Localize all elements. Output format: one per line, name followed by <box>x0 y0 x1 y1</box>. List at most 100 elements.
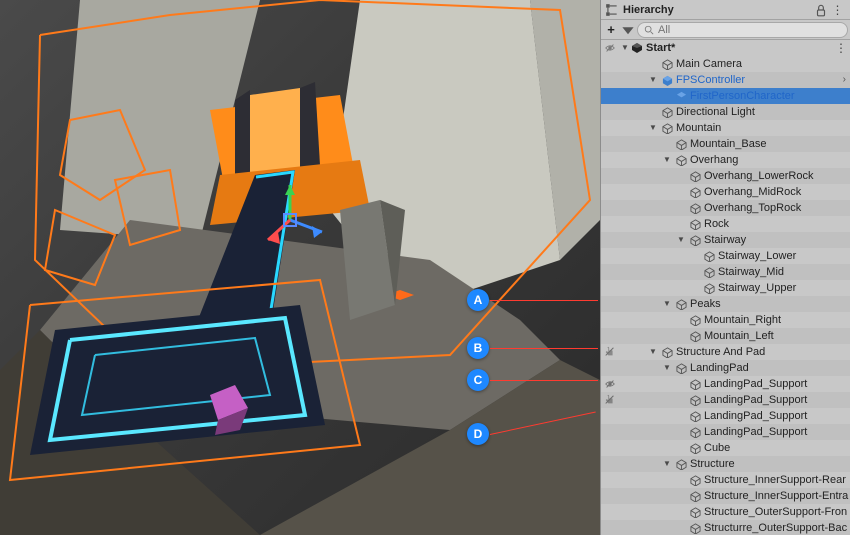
tree-item-label: Structure_InnerSupport-Entra <box>703 488 848 504</box>
tree-row[interactable]: Stairway_Lower <box>601 248 850 264</box>
tree-row[interactable]: Structurre_OuterSupport-Bac <box>601 520 850 535</box>
expand-toggle[interactable] <box>675 410 687 422</box>
expand-toggle[interactable]: ▼ <box>661 154 673 166</box>
gameobject-cube-icon <box>689 522 701 534</box>
tree-row[interactable]: Structure_InnerSupport-Entra <box>601 488 850 504</box>
tree-row[interactable]: LandingPad_Support <box>601 408 850 424</box>
expand-toggle[interactable] <box>647 58 659 70</box>
hierarchy-tree[interactable]: ▼ Start* ⋮ Main Camera▼FPSController›Fir… <box>601 40 850 535</box>
expand-toggle[interactable] <box>675 522 687 534</box>
tree-row[interactable]: Stairway_Upper <box>601 280 850 296</box>
gameobject-cube-icon <box>675 458 687 470</box>
scene-root-row[interactable]: ▼ Start* ⋮ <box>601 40 850 56</box>
tree-row[interactable]: ▼ Structure <box>601 456 850 472</box>
tree-row[interactable]: Mountain_Left <box>601 328 850 344</box>
expand-toggle[interactable] <box>675 506 687 518</box>
scene-viewport[interactable]: A B C D <box>0 0 600 535</box>
tree-row[interactable]: ▼Stairway <box>601 232 850 248</box>
gameobject-cube-icon <box>703 266 715 278</box>
tree-row[interactable]: LandingPad_Support <box>601 376 850 392</box>
annotation-marker-d: D <box>467 423 489 445</box>
expand-toggle[interactable] <box>675 426 687 438</box>
tree-row[interactable]: ▼Peaks <box>601 296 850 312</box>
tree-row[interactable]: ▼ Overhang <box>601 152 850 168</box>
expand-toggle[interactable]: ▼ <box>661 298 673 310</box>
expand-toggle[interactable] <box>675 218 687 230</box>
prefab-cube-icon <box>661 74 673 86</box>
tree-row[interactable]: Stairway_Mid <box>601 264 850 280</box>
expand-toggle[interactable] <box>675 394 687 406</box>
create-dropdown-icon[interactable] <box>621 23 635 37</box>
annotation-marker-a: A <box>467 289 489 311</box>
tree-row[interactable]: ▼LandingPad <box>601 360 850 376</box>
tree-item-label: Stairway_Upper <box>717 280 796 296</box>
search-input[interactable] <box>658 24 841 36</box>
pickable-toggle-icon[interactable] <box>603 344 617 360</box>
tree-item-label: Stairway_Mid <box>717 264 784 280</box>
tree-item-label: Structure <box>689 456 735 472</box>
tree-row[interactable]: Directional Light <box>601 104 850 120</box>
expand-toggle[interactable] <box>675 378 687 390</box>
gameobject-cube-icon <box>661 122 673 134</box>
gameobject-cube-icon <box>661 106 673 118</box>
scene-visibility-toggle[interactable] <box>603 40 617 56</box>
expand-toggle[interactable]: ▼ <box>675 234 687 246</box>
tree-row[interactable]: Main Camera <box>601 56 850 72</box>
scene-menu-icon[interactable]: ⋮ <box>835 40 850 56</box>
expand-toggle[interactable] <box>675 314 687 326</box>
tree-row[interactable]: Overhang_TopRock <box>601 200 850 216</box>
expand-toggle[interactable] <box>675 170 687 182</box>
gameobject-cube-icon <box>661 58 673 70</box>
tree-row[interactable]: Overhang_LowerRock <box>601 168 850 184</box>
expand-toggle[interactable] <box>675 474 687 486</box>
expand-toggle[interactable] <box>675 202 687 214</box>
tree-row[interactable]: ▼Mountain <box>601 120 850 136</box>
tree-item-label: Stairway_Lower <box>717 248 796 264</box>
tree-row[interactable]: FirstPersonCharacter <box>601 88 850 104</box>
tree-row[interactable]: LandingPad_Support <box>601 424 850 440</box>
lock-icon[interactable] <box>814 3 828 17</box>
prefab-open-chevron-icon[interactable]: › <box>843 72 846 88</box>
gameobject-cube-icon <box>703 282 715 294</box>
tree-row[interactable]: Cube <box>601 440 850 456</box>
expand-toggle[interactable] <box>689 282 701 294</box>
expand-toggle[interactable]: ▼ <box>647 122 659 134</box>
search-field[interactable] <box>637 22 848 38</box>
visibility-toggle-icon[interactable] <box>603 376 617 392</box>
gameobject-cube-icon <box>689 474 701 486</box>
expand-toggle[interactable] <box>675 490 687 502</box>
tree-item-label: Directional Light <box>675 104 755 120</box>
tree-item-label: Rock <box>703 216 729 232</box>
expand-toggle[interactable]: ▼ <box>647 74 659 86</box>
tree-row[interactable]: Rock <box>601 216 850 232</box>
expand-toggle[interactable] <box>675 442 687 454</box>
tree-row[interactable]: Mountain_Right <box>601 312 850 328</box>
tree-item-label: LandingPad_Support <box>703 408 807 424</box>
expand-toggle[interactable] <box>647 106 659 118</box>
expand-toggle[interactable] <box>661 138 673 150</box>
create-button[interactable]: + <box>603 22 619 38</box>
expand-toggle[interactable]: ▼ <box>647 346 659 358</box>
expand-toggle[interactable]: ▼ <box>619 42 631 54</box>
tree-item-label: LandingPad_Support <box>703 424 807 440</box>
scene-geometry <box>0 0 600 535</box>
tree-row[interactable]: Structure_OuterSupport-Fron <box>601 504 850 520</box>
tree-item-label: Overhang <box>689 152 738 168</box>
expand-toggle[interactable] <box>675 330 687 342</box>
tree-row[interactable]: Structure_InnerSupport-Rear <box>601 472 850 488</box>
prefab-cube-icon <box>675 90 687 102</box>
tree-row[interactable]: ▼FPSController› <box>601 72 850 88</box>
expand-toggle[interactable] <box>661 90 673 102</box>
expand-toggle[interactable]: ▼ <box>661 362 673 374</box>
tree-row[interactable]: LandingPad_Support <box>601 392 850 408</box>
expand-toggle[interactable]: ▼ <box>661 458 673 470</box>
expand-toggle[interactable] <box>689 250 701 262</box>
expand-toggle[interactable] <box>675 186 687 198</box>
gameobject-cube-icon <box>689 234 701 246</box>
expand-toggle[interactable] <box>689 266 701 278</box>
tree-row[interactable]: Overhang_MidRock <box>601 184 850 200</box>
tree-row[interactable]: Mountain_Base <box>601 136 850 152</box>
panel-menu-icon[interactable]: ⋮ <box>832 3 846 17</box>
tree-row[interactable]: ▼Structure And Pad <box>601 344 850 360</box>
pickable-toggle-icon[interactable] <box>603 392 617 408</box>
